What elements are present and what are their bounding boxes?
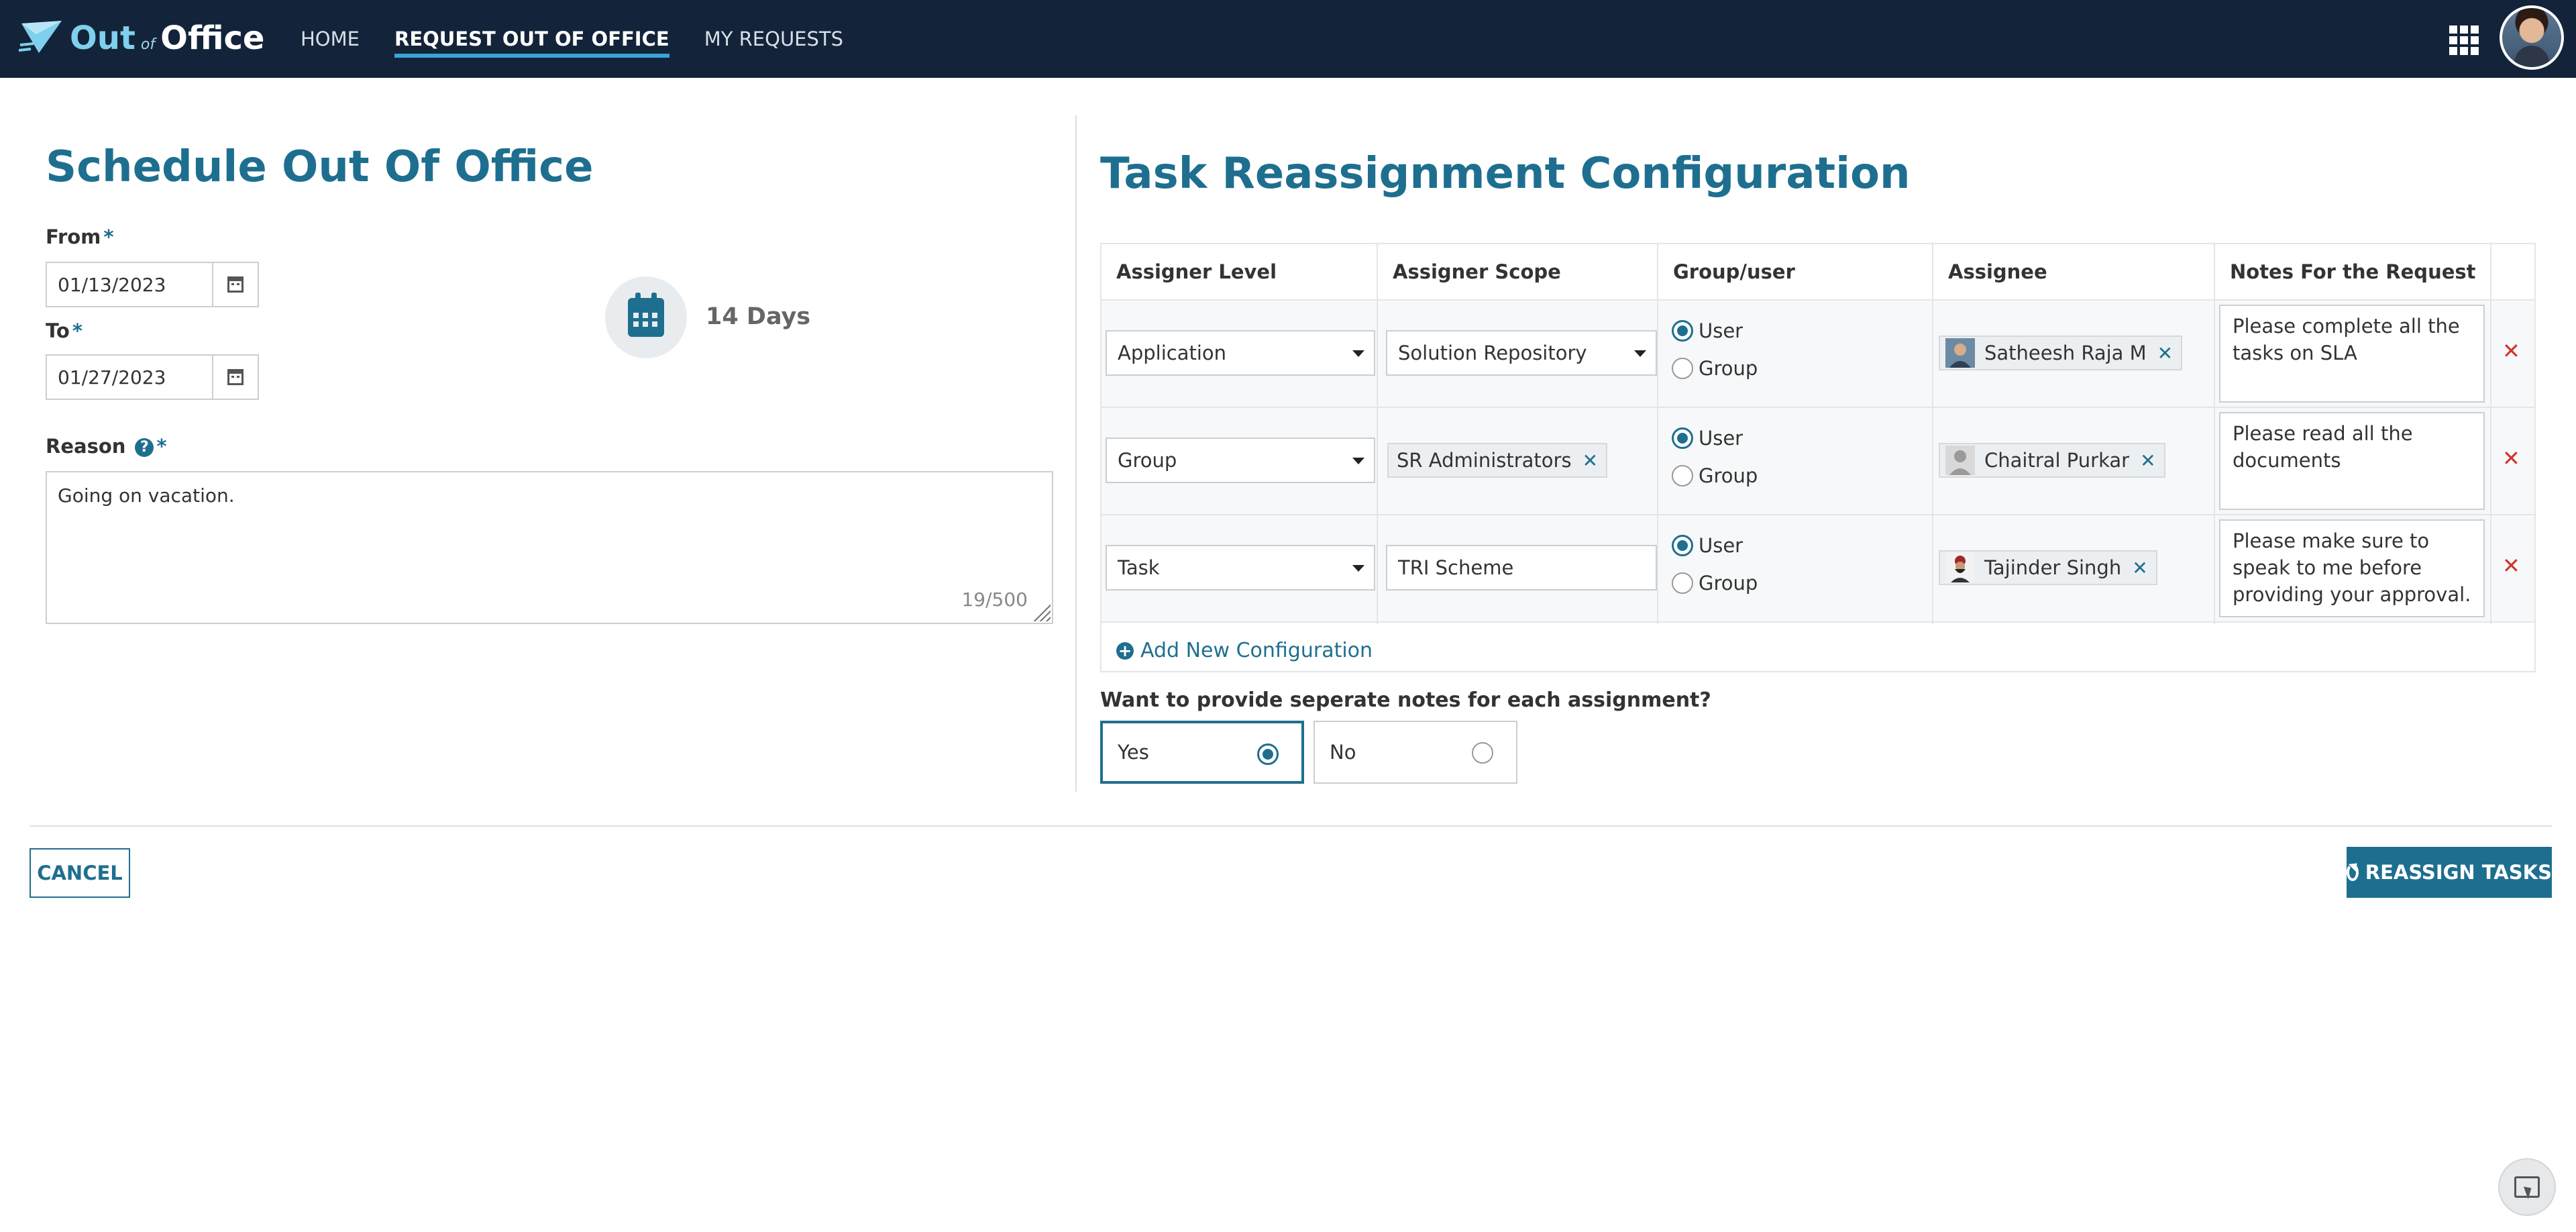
radio-group[interactable]: Group <box>1672 357 1758 380</box>
reason-textarea[interactable]: Going on vacation. 19/500 <box>46 471 1053 624</box>
column-divider <box>1932 244 1933 624</box>
radio-group[interactable]: Group <box>1672 572 1758 595</box>
notes-textarea[interactable]: Please read all the documents <box>2219 412 2485 510</box>
duration-text: 14 Days <box>706 303 811 330</box>
remove-assignee-icon[interactable]: ✕ <box>2157 342 2173 364</box>
nav-my-requests[interactable]: MY REQUESTS <box>704 0 843 78</box>
from-label: From * <box>46 225 114 248</box>
delete-row-icon[interactable]: ✕ <box>2502 553 2520 578</box>
from-calendar-button[interactable] <box>213 263 258 306</box>
avatar <box>1945 338 1975 368</box>
delete-row-icon[interactable]: ✕ <box>2502 338 2520 364</box>
cancel-button[interactable]: CANCEL <box>30 848 130 898</box>
user-avatar[interactable] <box>2500 5 2564 70</box>
remove-assignee-icon[interactable]: ✕ <box>2132 557 2147 579</box>
app-logo[interactable]: Out of Office <box>19 16 264 60</box>
remove-scope-icon[interactable]: ✕ <box>1582 450 1598 472</box>
notes-textarea[interactable]: Please make sure to speak to me before p… <box>2219 519 2485 617</box>
separate-notes-question: Want to provide seperate notes for each … <box>1100 688 1711 712</box>
schedule-title: Schedule Out Of Office <box>46 142 594 192</box>
radio-empty-icon[interactable] <box>1672 465 1693 486</box>
column-divider <box>1377 244 1378 624</box>
assigner-scope-select[interactable]: Solution Repository <box>1386 330 1657 376</box>
assigner-scope-tag: SR Administrators ✕ <box>1387 443 1608 478</box>
choice-yes[interactable]: Yes <box>1100 721 1304 784</box>
avatar <box>1945 446 1975 475</box>
cursor-screen-icon <box>2514 1176 2540 1198</box>
assigner-level-select[interactable]: Group <box>1106 438 1375 483</box>
radio-user[interactable]: User <box>1672 534 1743 557</box>
radio-selected-icon[interactable] <box>1257 743 1279 765</box>
assigner-scope-input[interactable]: TRI Scheme <box>1386 545 1657 591</box>
assignee-tag: Satheesh Raja M ✕ <box>1939 336 2183 370</box>
radio-empty-icon[interactable] <box>1472 742 1493 764</box>
column-divider <box>2490 244 2491 624</box>
caret-down-icon <box>1352 565 1364 572</box>
col-notes: Notes For the Request <box>2230 260 2476 283</box>
calendar-icon <box>227 369 244 385</box>
col-assignee: Assignee <box>1948 260 2047 283</box>
feedback-button[interactable] <box>2498 1158 2556 1216</box>
remove-assignee-icon[interactable]: ✕ <box>2140 450 2155 472</box>
calendar-icon <box>628 293 664 337</box>
caret-down-icon <box>1352 350 1364 357</box>
table-header: Assigner Level Assigner Scope Group/user… <box>1102 244 2534 301</box>
delete-row-icon[interactable]: ✕ <box>2502 446 2520 471</box>
avatar <box>1945 553 1975 582</box>
radio-empty-icon[interactable] <box>1672 572 1693 594</box>
app-name: Out of Office <box>70 19 265 57</box>
radio-user[interactable]: User <box>1672 319 1743 342</box>
plus-circle-icon: + <box>1116 641 1134 660</box>
resize-handle-icon[interactable] <box>1033 604 1051 621</box>
panel-divider <box>1075 115 1077 792</box>
column-divider <box>1657 244 1658 624</box>
table-row: Group SR Administrators ✕ User Group Chai… <box>1102 408 2534 515</box>
config-title: Task Reassignment Configuration <box>1100 149 1911 199</box>
col-assigner-level: Assigner Level <box>1116 260 1277 283</box>
radio-selected-icon[interactable] <box>1672 320 1693 342</box>
to-date-value[interactable]: 01/27/2023 <box>47 356 213 399</box>
from-date-field[interactable]: 01/13/2023 <box>46 262 259 307</box>
nav-home[interactable]: HOME <box>301 0 360 78</box>
assigner-level-select[interactable]: Task <box>1106 545 1375 591</box>
add-new-configuration-link[interactable]: + Add New Configuration <box>1116 639 1373 662</box>
col-assigner-scope: Assigner Scope <box>1393 260 1561 283</box>
assignee-tag: Tajinder Singh ✕ <box>1939 550 2157 585</box>
footer-divider <box>30 825 2552 827</box>
main-nav: HOME REQUEST OUT OF OFFICE MY REQUESTS <box>301 0 878 78</box>
caret-down-icon <box>1634 350 1646 357</box>
radio-group[interactable]: Group <box>1672 464 1758 487</box>
apps-grid-icon[interactable] <box>2449 25 2479 55</box>
column-divider <box>2214 244 2215 624</box>
to-date-field[interactable]: 01/27/2023 <box>46 354 259 400</box>
calendar-icon <box>227 276 244 293</box>
assigner-level-select[interactable]: Application <box>1106 330 1375 376</box>
radio-selected-icon[interactable] <box>1672 427 1693 449</box>
col-group-user: Group/user <box>1673 260 1795 283</box>
to-label: To * <box>46 319 83 342</box>
table-row: Application Solution Repository User Gro… <box>1102 301 2534 408</box>
to-calendar-button[interactable] <box>213 356 258 399</box>
caret-down-icon <box>1352 458 1364 464</box>
nav-request-out-of-office[interactable]: REQUEST OUT OF OFFICE <box>394 0 669 78</box>
top-navigation-bar: Out of Office HOME REQUEST OUT OF OFFICE M… <box>0 0 2576 78</box>
refresh-icon <box>2347 864 2359 881</box>
reason-label: Reason? * <box>46 435 167 458</box>
table-row: Task TRI Scheme User Group Tajinder Sing… <box>1102 515 2534 623</box>
reassign-tasks-button[interactable]: REASSIGN TASKS <box>2347 847 2552 898</box>
help-icon[interactable]: ? <box>135 438 154 457</box>
paper-plane-logo-icon <box>19 21 62 53</box>
radio-selected-icon[interactable] <box>1672 535 1693 556</box>
radio-empty-icon[interactable] <box>1672 358 1693 379</box>
reason-char-count: 19/500 <box>961 588 1028 611</box>
choice-no[interactable]: No <box>1313 721 1517 784</box>
notes-textarea[interactable]: Please complete all the tasks on SLA <box>2219 305 2485 403</box>
from-date-value[interactable]: 01/13/2023 <box>47 263 213 306</box>
assignee-tag: Chaitral Purkar ✕ <box>1939 443 2165 478</box>
radio-user[interactable]: User <box>1672 427 1743 450</box>
duration-badge <box>605 276 687 358</box>
reason-text: Going on vacation. <box>58 484 235 507</box>
config-table: Assigner Level Assigner Scope Group/user… <box>1100 243 2536 672</box>
